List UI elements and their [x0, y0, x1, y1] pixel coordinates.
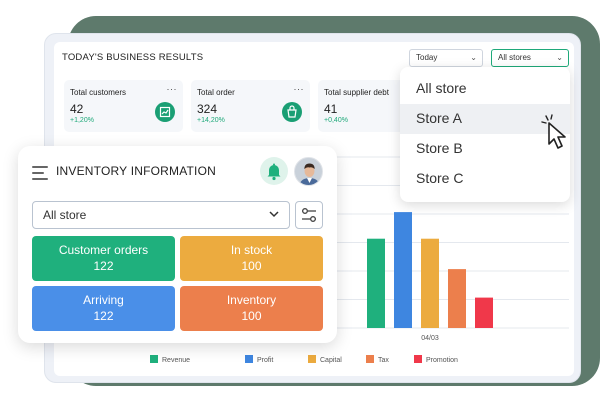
legend-item-revenue[interactable]: Revenue	[150, 355, 190, 364]
inventory-panel: INVENTORY INFORMATION All store Customer…	[18, 146, 337, 343]
legend-swatch	[366, 355, 374, 363]
legend-label: Promotion	[426, 357, 458, 364]
tile-arriving[interactable]: Arriving 122	[32, 286, 175, 331]
kpi-value: 42	[70, 102, 84, 116]
kpi-label: Total order	[197, 88, 235, 97]
legend-label: Profit	[257, 357, 274, 364]
more-icon[interactable]: ···	[294, 84, 305, 94]
tile-label: Arriving	[83, 293, 124, 307]
legend-label: Tax	[378, 357, 389, 364]
dropdown-option-all-store[interactable]: All store	[400, 74, 570, 104]
kpi-label: Total customers	[70, 88, 127, 97]
tile-customer-orders[interactable]: Customer orders 122	[32, 236, 175, 281]
kpi-change: +1,20%	[70, 117, 94, 124]
menu-icon[interactable]	[32, 166, 48, 180]
dropdown-option-store-c[interactable]: Store C	[400, 164, 570, 194]
store-filter-value: All store	[43, 208, 87, 222]
bar-tax[interactable]	[448, 269, 466, 328]
date-select-value: Today	[416, 53, 438, 62]
sliders-icon	[302, 208, 316, 222]
avatar[interactable]	[294, 157, 323, 186]
legend-item-promotion[interactable]: Promotion	[414, 355, 458, 364]
chevron-down-icon: ⌄	[470, 53, 477, 62]
tile-inventory[interactable]: Inventory 100	[180, 286, 323, 331]
chevron-down-icon	[269, 211, 279, 218]
chart-icon	[155, 102, 175, 122]
store-filter-select[interactable]: All store	[32, 201, 290, 229]
kpi-card-customers[interactable]: Total customers ··· 42 +1,20%	[64, 80, 183, 132]
x-tick-label: 04/03	[421, 335, 439, 342]
legend-swatch	[150, 355, 158, 363]
user-avatar-icon	[295, 158, 322, 185]
bar-promotion[interactable]	[475, 297, 493, 328]
kpi-value: 324	[197, 102, 218, 116]
legend-item-tax[interactable]: Tax	[366, 355, 389, 364]
more-icon[interactable]: ···	[167, 84, 178, 94]
legend-item-profit[interactable]: Profit	[245, 355, 273, 364]
bar-revenue[interactable]	[367, 238, 385, 328]
kpi-card-supplier-debt[interactable]: Total supplier debt 41 +0,40%	[318, 80, 408, 132]
tile-value: 122	[93, 309, 114, 323]
tile-label: Inventory	[226, 293, 277, 307]
kpi-value: 41	[324, 102, 338, 116]
bar-capital[interactable]	[421, 238, 439, 328]
tile-label: In stock	[230, 243, 273, 257]
tile-value: 100	[241, 309, 262, 323]
kpi-card-orders[interactable]: Total order ··· 324 +14,20%	[191, 80, 310, 132]
order-icon	[282, 102, 302, 122]
kpi-change: +0,40%	[324, 117, 348, 124]
dashboard-title: TODAY'S BUSINESS RESULTS	[62, 52, 204, 63]
legend-label: Capital	[320, 357, 342, 364]
tile-in-stock[interactable]: In stock 100	[180, 236, 323, 281]
inventory-title: INVENTORY INFORMATION	[56, 164, 216, 178]
legend-swatch	[245, 355, 253, 363]
kpi-label: Total supplier debt	[324, 88, 389, 97]
kpi-change: +14,20%	[197, 117, 225, 124]
tile-label: Customer orders	[58, 243, 149, 257]
legend-label: Revenue	[162, 357, 191, 364]
tile-value: 100	[241, 259, 262, 273]
filter-button[interactable]	[295, 201, 323, 229]
bar-profit[interactable]	[394, 212, 412, 328]
legend-item-capital[interactable]: Capital	[308, 355, 342, 364]
pointer-cursor-icon	[541, 114, 566, 149]
date-select[interactable]: Today ⌄	[409, 49, 483, 67]
chevron-down-icon: ⌄	[556, 53, 563, 62]
tile-value: 122	[93, 259, 114, 273]
store-select[interactable]: All stores ⌄	[491, 49, 569, 67]
bell-icon	[267, 163, 281, 181]
notification-button[interactable]	[260, 157, 288, 185]
legend-swatch	[308, 355, 316, 363]
store-select-value: All stores	[498, 53, 531, 62]
legend-swatch	[414, 355, 422, 363]
